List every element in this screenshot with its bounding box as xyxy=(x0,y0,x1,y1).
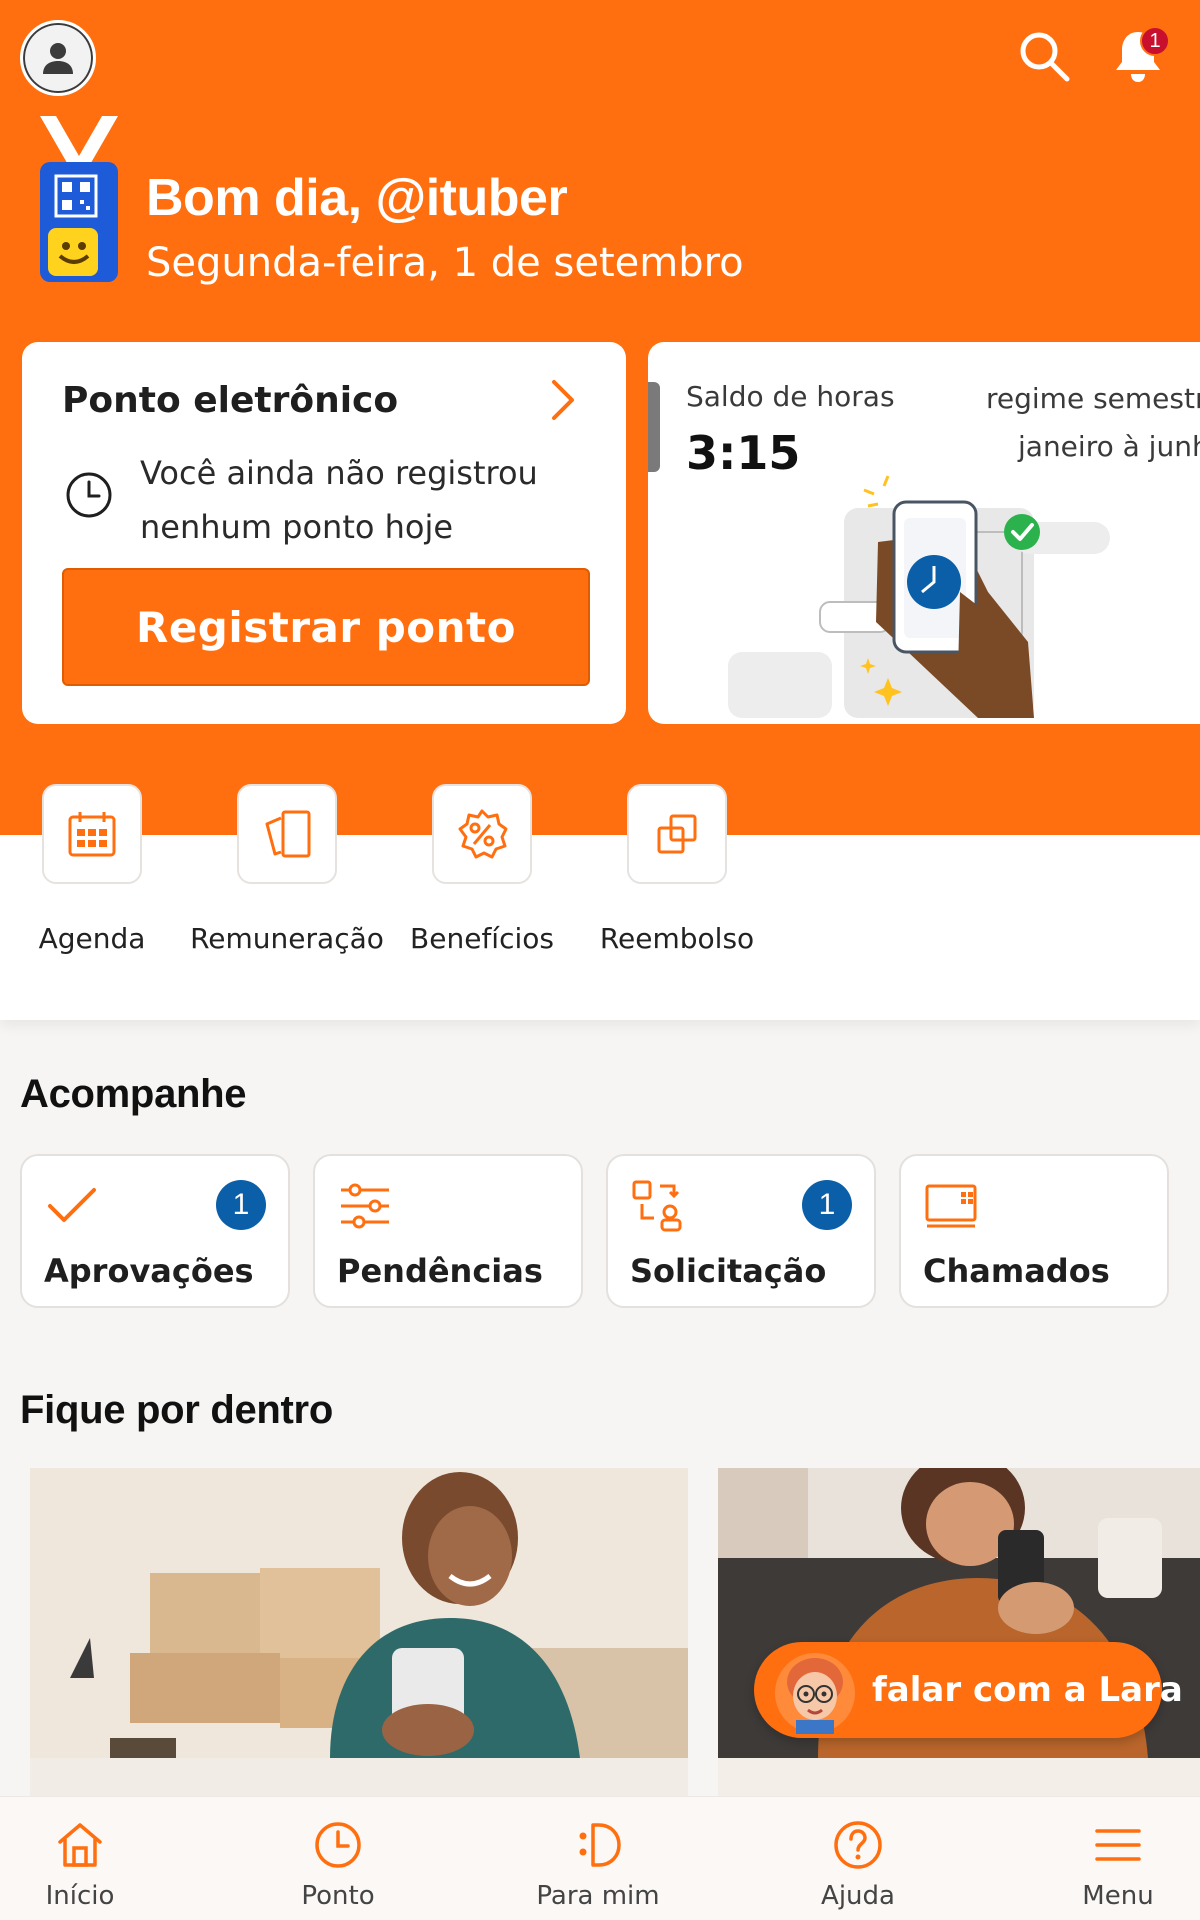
nav-menu-label: Menu xyxy=(1082,1881,1154,1911)
menu-icon xyxy=(1095,1829,1141,1861)
bottom-navigation: Início Ponto Para mim Ajuda Menu xyxy=(0,1796,1200,1920)
shortcut-agenda[interactable] xyxy=(42,784,142,884)
for-me-icon xyxy=(579,1823,621,1867)
nav-ajuda-label: Ajuda xyxy=(821,1881,895,1911)
news-card-1[interactable] xyxy=(30,1468,688,1798)
acompanhe-title: Acompanhe xyxy=(20,1072,247,1116)
nav-para-mim[interactable]: Para mim xyxy=(518,1797,678,1920)
sliders-icon xyxy=(341,1183,389,1229)
nav-menu[interactable]: Menu xyxy=(1038,1797,1198,1920)
shortcut-beneficios-label[interactable]: Benefícios xyxy=(402,922,562,955)
greeting-title: Bom dia, @ituber xyxy=(146,169,568,227)
chevron-right-icon[interactable] xyxy=(542,376,582,424)
search-button[interactable] xyxy=(1016,28,1072,84)
employee-badge-logo xyxy=(40,116,118,282)
notifications-button[interactable]: 1 xyxy=(1110,26,1170,84)
falar-com-lara-button[interactable]: falar com a Lara xyxy=(754,1642,1183,1738)
shortcut-reembolso[interactable] xyxy=(627,784,727,884)
ponto-status-message: Você ainda não registrou nenhum ponto ho… xyxy=(140,454,538,546)
nav-ponto[interactable]: Ponto xyxy=(258,1797,418,1920)
discount-badge-icon xyxy=(458,809,508,859)
shortcut-reembolso-label[interactable]: Reembolso xyxy=(592,922,762,955)
payslip-icon xyxy=(265,810,311,858)
phone-clock-illustration xyxy=(728,475,1110,718)
lara-button-label: falar com a Lara xyxy=(872,1670,1183,1710)
calendar-icon xyxy=(68,812,116,857)
ticket-icon xyxy=(925,1184,977,1228)
help-icon xyxy=(834,1821,882,1869)
regime-period: janeiro à junh xyxy=(1018,430,1200,463)
carousel-scroll-indicator xyxy=(648,382,660,472)
news-photo-woman-with-phone xyxy=(30,1468,688,1798)
saldo-horas-card[interactable]: Saldo de horas 3:15 regime semestra jane… xyxy=(648,342,1200,724)
fique-por-dentro-title: Fique por dentro xyxy=(20,1388,333,1432)
refund-icon xyxy=(657,814,697,854)
user-icon xyxy=(43,43,73,74)
request-icon xyxy=(632,1180,682,1232)
clock-icon xyxy=(315,1822,361,1868)
news-photo-woman-on-couch xyxy=(718,1468,1200,1798)
nav-ponto-label: Ponto xyxy=(301,1881,375,1911)
ponto-card-title: Ponto eletrônico xyxy=(62,380,399,421)
solicitacao-count-badge: 1 xyxy=(802,1180,852,1230)
home-icon xyxy=(58,1823,102,1867)
shortcut-agenda-label[interactable]: Agenda xyxy=(22,922,162,955)
nav-para-mim-label: Para mim xyxy=(536,1881,660,1911)
nav-inicio[interactable]: Início xyxy=(0,1797,160,1920)
clock-icon xyxy=(66,472,112,518)
check-icon xyxy=(48,1188,96,1222)
solicitacao-card[interactable]: 1 Solicitação xyxy=(606,1154,876,1308)
lara-assistant-avatar xyxy=(775,1653,855,1734)
nav-inicio-label: Início xyxy=(45,1881,115,1911)
nav-ajuda[interactable]: Ajuda xyxy=(778,1797,938,1920)
news-card-2[interactable] xyxy=(718,1468,1200,1798)
shortcut-beneficios[interactable] xyxy=(432,784,532,884)
pendencias-label: Pendências xyxy=(337,1252,543,1290)
chamados-label: Chamados xyxy=(923,1252,1110,1290)
regime-label: regime semestra xyxy=(986,382,1200,415)
ponto-eletronico-card[interactable]: Ponto eletrônico Você ainda não registro… xyxy=(22,342,626,724)
aprovacoes-count-badge: 1 xyxy=(216,1180,266,1230)
chamados-card[interactable]: Chamados xyxy=(899,1154,1169,1308)
aprovacoes-label: Aprovações xyxy=(44,1252,254,1290)
saldo-label: Saldo de horas xyxy=(686,380,895,413)
registrar-ponto-button[interactable]: Registrar ponto xyxy=(62,568,590,686)
shortcut-remuneracao[interactable] xyxy=(237,784,337,884)
profile-avatar[interactable] xyxy=(20,20,96,96)
aprovacoes-card[interactable]: 1 Aprovações xyxy=(20,1154,290,1308)
solicitacao-label: Solicitação xyxy=(630,1252,827,1290)
notification-count-badge: 1 xyxy=(1140,26,1170,56)
pendencias-card[interactable]: Pendências xyxy=(313,1154,583,1308)
current-date: Segunda-feira, 1 de setembro xyxy=(146,240,744,286)
search-icon xyxy=(1020,32,1070,82)
shortcut-remuneracao-label[interactable]: Remuneração xyxy=(187,922,387,955)
